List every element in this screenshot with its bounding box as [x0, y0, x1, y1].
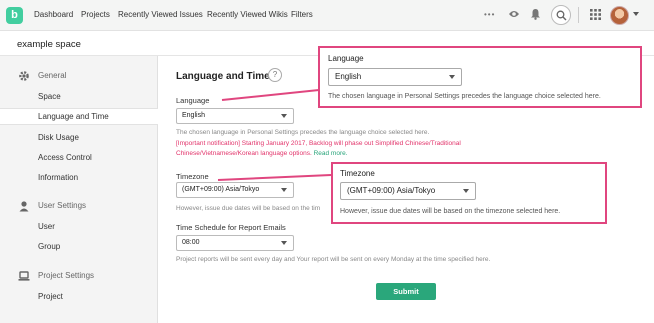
callout-language-label: Language — [328, 54, 364, 63]
chevron-down-icon — [463, 189, 469, 193]
callout-timezone-help: However, issue due dates will be based o… — [340, 208, 561, 215]
language-callout: Language English The chosen language in … — [318, 46, 642, 108]
callout-language-value: English — [335, 72, 362, 81]
callout-timezone-label: Timezone — [340, 169, 375, 178]
callout-timezone-value: (GMT+09:00) Asia/Tokyo — [347, 186, 436, 195]
timezone-callout: Timezone (GMT+09:00) Asia/Tokyo However,… — [331, 162, 607, 224]
chevron-down-icon — [449, 75, 455, 79]
callout-timezone-select[interactable]: (GMT+09:00) Asia/Tokyo — [340, 182, 476, 200]
callout-language-help: The chosen language in Personal Settings… — [328, 93, 601, 100]
callout-language-select[interactable]: English — [328, 68, 462, 86]
